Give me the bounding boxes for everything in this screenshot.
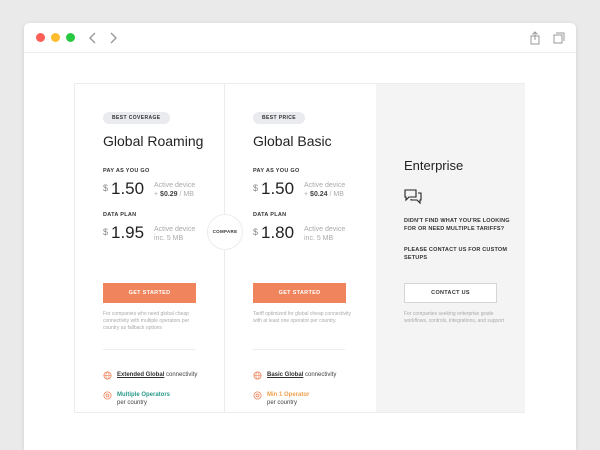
operator-icon xyxy=(103,391,112,400)
browser-window: BEST COVERAGE Global Roaming PAY AS YOU … xyxy=(24,23,576,450)
payg-price: 1.50 xyxy=(261,179,295,198)
chat-bubbles-icon xyxy=(404,189,422,205)
payg-price: 1.50 xyxy=(111,179,145,198)
feature-rest: per country xyxy=(267,400,298,406)
feature-strong: Min 1 Operator xyxy=(267,392,310,398)
share-icon xyxy=(530,31,540,45)
payg-note-line1: Active device xyxy=(154,182,196,189)
operator-icon xyxy=(253,391,262,400)
divider xyxy=(253,349,345,350)
data-plan-currency: $ xyxy=(103,227,109,237)
globe-icon xyxy=(253,371,262,380)
contact-us-button[interactable]: CONTACT US xyxy=(404,283,497,303)
enterprise-description: For companies seeking enterprise grade w… xyxy=(404,311,505,324)
data-plan-currency: $ xyxy=(253,227,259,237)
payg-currency: $ xyxy=(253,183,259,193)
data-plan-note: Active device inc. 5 MB xyxy=(304,225,345,243)
back-button[interactable] xyxy=(85,28,101,48)
enterprise-contact-line: PLEASE CONTACT US FOR CUSTOM SETUPS xyxy=(404,247,508,261)
get-started-button[interactable]: GET STARTED xyxy=(253,283,346,303)
close-window-button[interactable] xyxy=(36,33,45,42)
feature-strong: Basic Global xyxy=(267,372,304,378)
data-note-line1: Active device xyxy=(304,226,346,233)
chevron-right-icon xyxy=(110,32,117,44)
enterprise-question: DIDN'T FIND WHAT YOU'RE LOOKING FOR OR N… xyxy=(404,218,510,232)
plan-description: Tariff optimized for global cheap connec… xyxy=(253,311,352,324)
payg-label: PAY AS YOU GO xyxy=(103,168,150,174)
payg-note-value: $0.29 xyxy=(160,191,178,198)
payg-price-note: Active device + $0.24 / MB xyxy=(304,181,345,199)
tabs-icon xyxy=(553,32,565,44)
enterprise-title: Enterprise xyxy=(404,158,464,173)
payg-note-plus: + xyxy=(304,191,309,198)
pricing-table: BEST COVERAGE Global Roaming PAY AS YOU … xyxy=(74,83,525,413)
data-note-line2: inc. 5 MB xyxy=(304,235,334,242)
payg-currency: $ xyxy=(103,183,109,193)
data-note-line2: inc. 5 MB xyxy=(154,235,184,242)
plan-badge: BEST PRICE xyxy=(253,112,306,124)
payg-note-unit: / MB xyxy=(329,191,344,198)
maximize-window-button[interactable] xyxy=(66,33,75,42)
compare-button[interactable]: COMPARE xyxy=(207,214,243,250)
data-plan-label: DATA PLAN xyxy=(103,212,137,218)
payg-note-unit: / MB xyxy=(179,191,194,198)
feature-strong: Multiple Operators xyxy=(117,392,171,398)
plan-card-global-roaming: BEST COVERAGE Global Roaming PAY AS YOU … xyxy=(75,84,225,412)
payg-note-line2: + $0.29 / MB xyxy=(154,190,195,199)
plan-card-global-basic: BEST PRICE Global Basic PAY AS YOU GO $ … xyxy=(225,84,375,412)
minimize-window-button[interactable] xyxy=(51,33,60,42)
data-plan-note: Active device inc. 5 MB xyxy=(154,225,195,243)
payg-price-note: Active device + $0.29 / MB xyxy=(154,181,195,199)
payg-note-value: $0.24 xyxy=(310,191,328,198)
forward-button[interactable] xyxy=(105,28,121,48)
plan-title: Global Basic xyxy=(253,133,332,149)
divider xyxy=(103,349,195,350)
plan-description: For companies who need global cheap conn… xyxy=(103,311,190,331)
feature-rest: connectivity xyxy=(303,372,337,378)
plan-card-enterprise: Enterprise DIDN'T FIND WHAT YOU'RE LOOKI… xyxy=(376,84,525,412)
title-bar xyxy=(24,23,576,53)
payg-note-plus: + xyxy=(154,191,159,198)
globe-icon xyxy=(103,371,112,380)
get-started-button[interactable]: GET STARTED xyxy=(103,283,196,303)
payg-note-line1: Active device xyxy=(304,182,346,189)
share-button[interactable] xyxy=(527,30,543,46)
data-plan-price: 1.80 xyxy=(261,223,295,242)
feature-rest: per country xyxy=(117,400,148,406)
data-plan-price: 1.95 xyxy=(111,223,145,242)
payg-note-line2: + $0.24 / MB xyxy=(304,190,345,199)
tabs-button[interactable] xyxy=(551,30,567,46)
data-plan-label: DATA PLAN xyxy=(253,212,287,218)
data-note-line1: Active device xyxy=(154,226,196,233)
plan-badge: BEST COVERAGE xyxy=(103,112,170,124)
feature-strong: Extended Global xyxy=(117,372,165,378)
payg-label: PAY AS YOU GO xyxy=(253,168,300,174)
chevron-left-icon xyxy=(89,32,96,44)
plan-title: Global Roaming xyxy=(103,133,204,149)
feature-rest: connectivity xyxy=(164,372,198,378)
